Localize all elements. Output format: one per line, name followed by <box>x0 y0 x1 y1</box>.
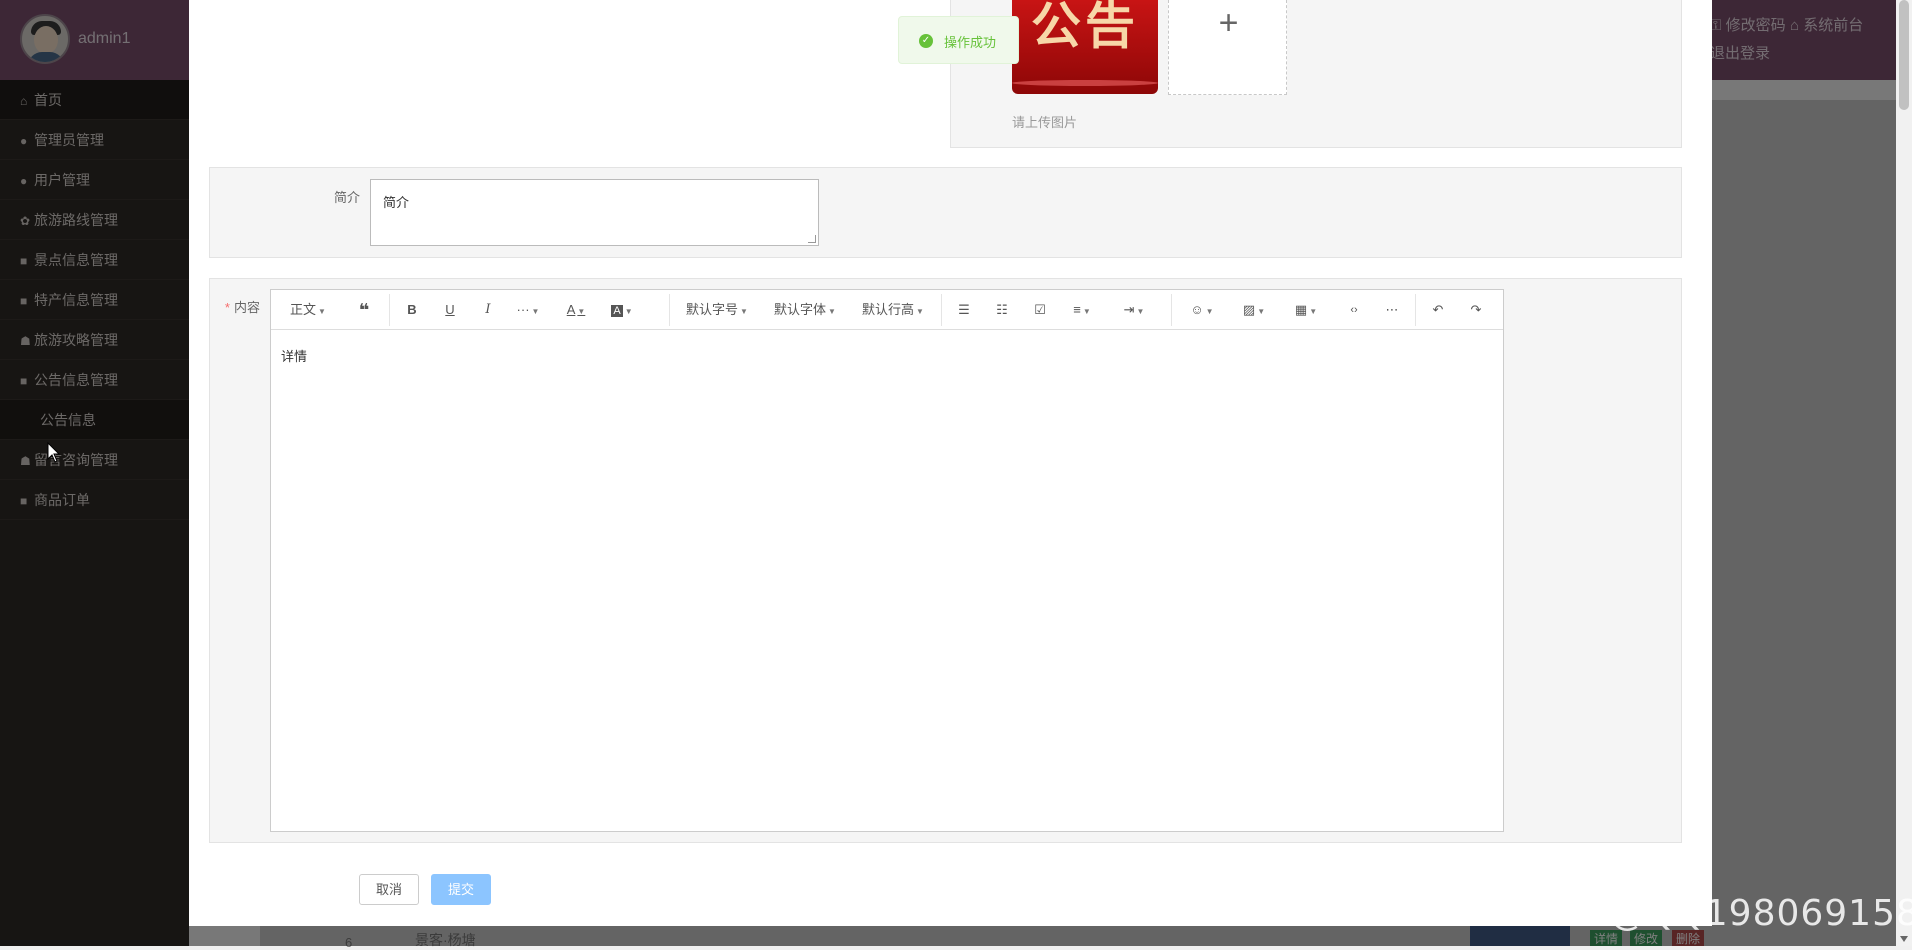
plus-icon: + <box>1218 4 1239 42</box>
cancel-button[interactable]: 取消 <box>359 874 419 905</box>
numbered-list-icon[interactable]: ☷ <box>989 290 1015 330</box>
divider-icon[interactable]: ⋯ <box>1379 290 1405 330</box>
code-icon[interactable]: ‹› <box>1341 290 1367 330</box>
caret-down-icon: ▼ <box>740 307 748 316</box>
editor-content[interactable]: 详情 <box>281 346 307 365</box>
font-color-icon[interactable]: A ▼ <box>561 290 591 330</box>
font-size-label: 默认字号 <box>686 302 739 317</box>
content-label: * 内容 <box>220 297 260 316</box>
intro-textarea[interactable]: 简介 <box>370 179 819 246</box>
caret-down-icon: ▼ <box>318 307 326 316</box>
paragraph-label: 正文 <box>290 302 317 317</box>
submit-button[interactable]: 提交 <box>431 874 491 905</box>
table-icon[interactable]: ▦ ▼ <box>1289 290 1323 330</box>
intro-label: 简介 <box>333 190 360 205</box>
font-family-label: 默认字体 <box>774 302 827 317</box>
toast-message: 操作成功 <box>944 35 997 50</box>
cover-upload-section: 公告 + 请上传图片 <box>950 0 1682 148</box>
undo-icon[interactable]: ↶ <box>1425 290 1451 330</box>
caret-down-icon: ▼ <box>916 307 924 316</box>
align-icon[interactable]: ≡ ▼ <box>1065 290 1099 330</box>
rich-text-editor: 正文 ▼ ❝ B U I ··· ▼ A ▼ A ▼ 默认字号 ▼ 默认字体 ▼ 默认行高 ▼… <box>270 289 1504 832</box>
paragraph-dropdown[interactable]: 正文 ▼ <box>285 290 331 330</box>
intro-text: 简介 <box>383 195 410 210</box>
indent-icon[interactable]: ⇥ ▼ <box>1117 290 1151 330</box>
required-mark: * <box>224 300 230 315</box>
success-toast: ✓ 操作成功 <box>898 16 1019 64</box>
redo-icon[interactable]: ↷ <box>1463 290 1489 330</box>
todo-checkbox-icon[interactable]: ☑ <box>1027 290 1053 330</box>
italic-icon[interactable]: I <box>475 290 501 330</box>
line-height-label: 默认行高 <box>862 302 915 317</box>
mouse-cursor-icon <box>47 442 61 463</box>
image-icon[interactable]: ▨ ▼ <box>1237 290 1271 330</box>
emoji-icon[interactable]: ☺ ▼ <box>1185 290 1219 330</box>
watermark: CSDN @QQ1980691580 <box>1490 893 1912 934</box>
content-form-row: * 内容 正文 ▼ ❝ B U I ··· ▼ A ▼ A ▼ 默认字号 ▼ 默认字体 ▼ 默… <box>209 278 1682 843</box>
quote-icon[interactable]: ❝ <box>351 290 377 330</box>
editor-toolbar: 正文 ▼ ❝ B U I ··· ▼ A ▼ A ▼ 默认字号 ▼ 默认字体 ▼ 默认行高 ▼… <box>271 290 1503 330</box>
line-height-dropdown[interactable]: 默认行高 ▼ <box>859 290 927 330</box>
content-label-text: 内容 <box>233 300 260 315</box>
background-color-icon[interactable]: A ▼ <box>607 290 637 330</box>
edit-dialog: 公告 + 请上传图片 简介 简介 * 内容 正文 ▼ ❝ B U I ··· ▼ A ▼ <box>189 0 1712 926</box>
scrollbar-thumb[interactable] <box>1899 0 1909 110</box>
cover-image-text: 公告 <box>1031 0 1139 55</box>
bullet-list-icon[interactable]: ☰ <box>951 290 977 330</box>
scrollbar[interactable] <box>1896 0 1912 946</box>
upload-add-button[interactable]: + <box>1168 0 1287 95</box>
font-family-dropdown[interactable]: 默认字体 ▼ <box>771 290 839 330</box>
upload-hint: 请上传图片 <box>1012 115 1078 130</box>
scroll-down-arrow-icon[interactable] <box>1900 936 1908 942</box>
resize-handle-icon[interactable] <box>808 235 816 243</box>
cover-image[interactable]: 公告 <box>1012 0 1158 94</box>
intro-form-row: 简介 简介 <box>209 167 1682 258</box>
caret-down-icon: ▼ <box>828 307 836 316</box>
bold-icon[interactable]: B <box>399 290 425 330</box>
underline-icon[interactable]: U <box>437 290 463 330</box>
check-circle-icon: ✓ <box>919 34 933 48</box>
more-format-icon[interactable]: ··· ▼ <box>513 290 543 330</box>
font-size-dropdown[interactable]: 默认字号 ▼ <box>683 290 751 330</box>
